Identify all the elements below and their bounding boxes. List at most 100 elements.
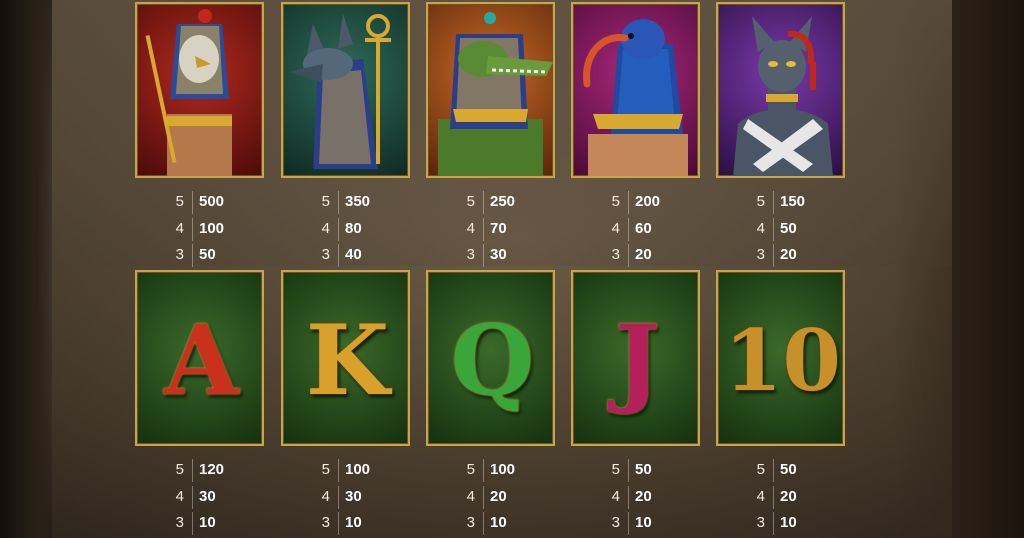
match-count: 4	[321, 487, 330, 505]
payout-letter-q: 5 100 4 20 3 10	[463, 458, 558, 538]
falcon-god-icon	[145, 9, 232, 176]
divider	[338, 244, 339, 267]
match-count: 4	[175, 487, 184, 505]
divider	[192, 244, 193, 267]
letter-j-glyph: J	[614, 303, 661, 417]
paytable-row-characters: 5 500 4 100 3 50 5 350 4 80 3 40 5 250 4…	[0, 0, 1024, 267]
match-count: 3	[175, 246, 184, 263]
match-count: 3	[321, 514, 330, 531]
match-count: 5	[321, 461, 330, 478]
payout-row: 5 500	[172, 190, 267, 217]
payout-row: 4 20	[608, 485, 703, 512]
payout-row: 4 50	[753, 217, 848, 244]
divider	[483, 459, 484, 482]
crocodile-god-icon	[438, 12, 553, 176]
payout-row: 3 10	[753, 511, 848, 538]
match-count: 3	[321, 246, 330, 263]
payout-letter-a: 5 120 4 30 3 10	[172, 458, 267, 538]
divider	[773, 512, 774, 535]
symbol-card-letter-k[interactable]: K	[281, 270, 410, 446]
payout-row: 3 10	[608, 511, 703, 538]
match-count: 5	[756, 193, 765, 210]
divider	[338, 217, 339, 241]
divider	[483, 244, 484, 267]
payout-row: 3 50	[172, 243, 267, 270]
payout-cat-goddess: 5 150 4 50 3 20	[753, 190, 848, 270]
payout-value: 100	[490, 461, 516, 478]
divider	[773, 244, 774, 267]
match-count: 4	[611, 487, 620, 505]
divider	[338, 512, 339, 535]
match-count: 4	[466, 487, 475, 505]
payout-value: 50	[199, 246, 216, 263]
symbol-card-falcon-god[interactable]	[135, 2, 264, 178]
payout-value: 200	[635, 193, 661, 210]
match-count: 4	[756, 487, 765, 505]
match-count: 3	[175, 514, 184, 531]
payout-crocodile-god: 5 250 4 70 3 30	[463, 190, 558, 270]
symbol-card-letter-a[interactable]: A	[135, 270, 264, 446]
payout-row: 4 70	[463, 217, 558, 244]
divider	[192, 512, 193, 535]
payout-value: 20	[780, 246, 797, 263]
payout-letter-j: 5 50 4 20 3 10	[608, 458, 703, 538]
symbol-card-letter-q[interactable]: Q	[426, 270, 555, 446]
divider	[773, 191, 774, 214]
divider	[338, 191, 339, 214]
divider	[628, 512, 629, 535]
match-count: 5	[466, 461, 475, 478]
symbol-card-crocodile-god[interactable]	[426, 2, 555, 178]
payout-value: 80	[345, 219, 362, 237]
payout-value: 20	[635, 487, 652, 505]
payout-value: 500	[199, 193, 225, 210]
payout-row: 5 350	[318, 190, 413, 217]
number-10-glyph: 10	[724, 310, 841, 410]
divider	[628, 485, 629, 509]
payout-value: 20	[635, 246, 652, 263]
symbol-card-letter-j[interactable]: J	[571, 270, 700, 446]
payout-row: 3 10	[463, 511, 558, 538]
payout-value: 250	[490, 193, 516, 210]
divider	[483, 485, 484, 509]
symbol-card-number-10[interactable]: 10	[716, 270, 845, 446]
payout-row: 4 60	[608, 217, 703, 244]
divider	[192, 217, 193, 241]
divider	[192, 459, 193, 482]
payout-row: 5 150	[753, 190, 848, 217]
match-count: 5	[175, 193, 184, 210]
payout-row: 5 100	[318, 458, 413, 485]
symbol-card-cat-goddess[interactable]	[716, 2, 845, 178]
payout-value: 50	[780, 219, 797, 237]
divider	[628, 459, 629, 482]
cat-goddess-icon	[733, 16, 833, 176]
payout-value: 10	[345, 514, 362, 531]
payout-falcon-god: 5 500 4 100 3 50	[172, 190, 267, 270]
symbol-card-ibis-god[interactable]	[571, 2, 700, 178]
payout-value: 10	[635, 514, 652, 531]
payout-row: 5 50	[608, 458, 703, 485]
payout-row: 5 100	[463, 458, 558, 485]
divider	[628, 217, 629, 241]
divider	[773, 485, 774, 509]
symbol-card-jackal-god[interactable]	[281, 2, 410, 178]
match-count: 3	[466, 514, 475, 531]
match-count: 5	[611, 461, 620, 478]
payout-row: 5 200	[608, 190, 703, 217]
payout-value: 120	[199, 461, 225, 478]
payout-value: 350	[345, 193, 371, 210]
payout-value: 70	[490, 219, 507, 237]
payout-row: 4 20	[463, 485, 558, 512]
match-count: 3	[756, 514, 765, 531]
divider	[773, 459, 774, 482]
divider	[628, 244, 629, 267]
payout-row: 4 80	[318, 217, 413, 244]
payout-row: 4 30	[172, 485, 267, 512]
match-count: 5	[321, 193, 330, 210]
payout-number-10: 5 50 4 20 3 10	[753, 458, 848, 538]
match-count: 4	[175, 219, 184, 237]
payout-value: 10	[780, 514, 797, 531]
divider	[338, 485, 339, 509]
payout-row: 4 100	[172, 217, 267, 244]
payout-row: 5 50	[753, 458, 848, 485]
match-count: 5	[756, 461, 765, 478]
